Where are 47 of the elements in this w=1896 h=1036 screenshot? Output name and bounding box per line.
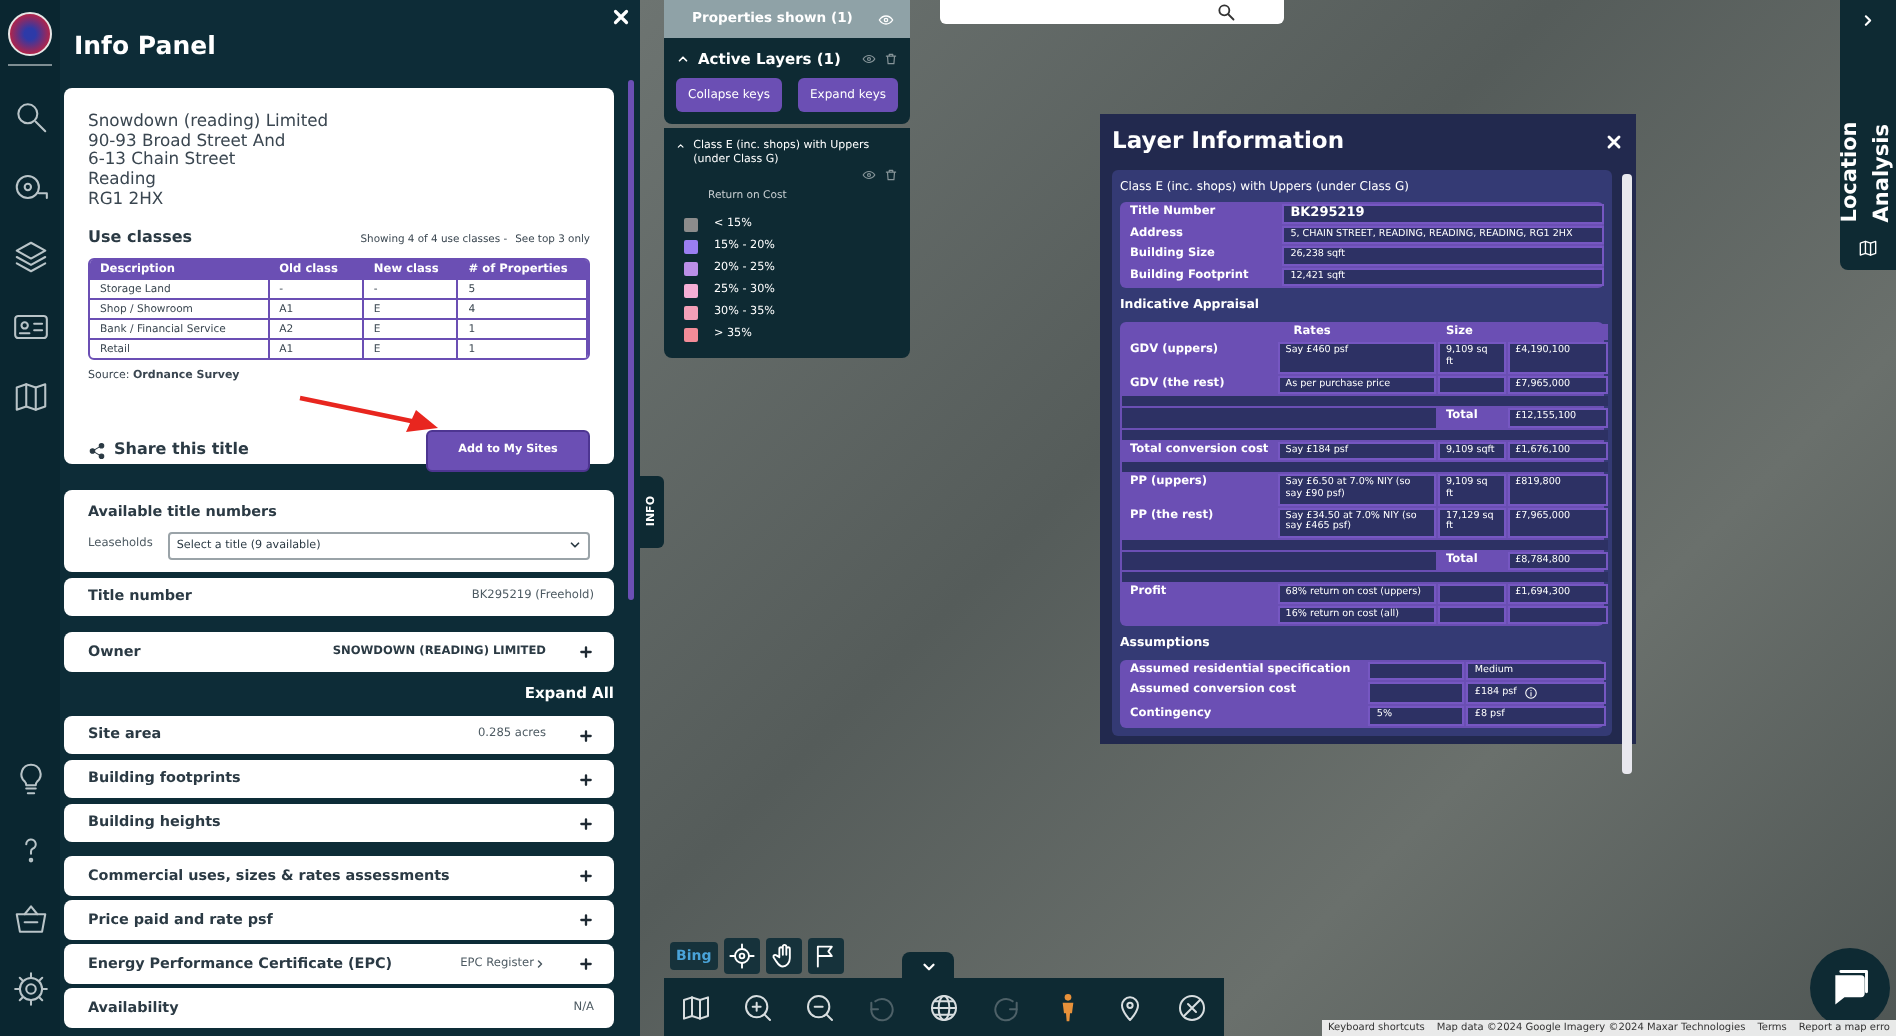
plus-icon <box>578 912 594 929</box>
plus-icon <box>578 727 594 744</box>
panel-title: Info Panel <box>72 28 218 64</box>
map-icon <box>1856 237 1880 258</box>
globe-icon[interactable] <box>928 991 960 1023</box>
share-icon <box>88 441 106 460</box>
scrollbar[interactable] <box>1622 174 1632 774</box>
plus-icon <box>578 771 594 788</box>
logo-icon[interactable] <box>8 12 52 56</box>
close-icon[interactable] <box>1604 132 1624 152</box>
search-icon <box>1216 2 1236 22</box>
plus-icon <box>578 956 594 973</box>
hand-icon[interactable] <box>765 938 802 974</box>
window-title: Layer Information <box>1112 124 1345 159</box>
chevron-right-icon <box>534 958 546 971</box>
arrow-annotation <box>296 392 440 436</box>
flag-icon[interactable] <box>807 938 844 974</box>
target-icon[interactable] <box>723 938 760 974</box>
settings-icon[interactable] <box>11 970 49 1008</box>
collapse-toolbar-tab[interactable] <box>902 952 954 980</box>
plus-icon <box>578 868 594 885</box>
eye-icon[interactable] <box>862 52 876 67</box>
map-icon[interactable] <box>680 991 712 1023</box>
share-link[interactable]: Share this title <box>88 438 249 463</box>
compass-icon[interactable] <box>1176 991 1208 1023</box>
layers-icon[interactable] <box>11 238 49 276</box>
plus-icon <box>578 815 594 832</box>
scrollbar[interactable] <box>628 80 634 600</box>
chevron-up-icon[interactable] <box>676 52 690 67</box>
eye-icon[interactable] <box>862 168 876 183</box>
plus-icon <box>578 644 594 661</box>
owner-address: Snowdown (reading) Limited 90-93 Broad Street And 6-13 Chain Street Reading RG1 2HX <box>88 112 331 210</box>
side-panel-tab[interactable]: Location Analysis <box>1840 0 1896 270</box>
zoom-in-icon[interactable] <box>742 991 774 1023</box>
trash-icon[interactable] <box>884 52 898 67</box>
chevron-down-icon <box>568 538 582 553</box>
search-icon[interactable] <box>11 98 49 136</box>
trash-icon[interactable] <box>884 168 898 183</box>
map-icon[interactable] <box>11 378 49 416</box>
chevron-up-icon[interactable] <box>676 140 686 153</box>
map-search-field[interactable] <box>940 0 1284 24</box>
basket-icon[interactable] <box>11 900 49 938</box>
section-heading: Use classes <box>88 225 193 250</box>
close-icon[interactable] <box>610 6 632 28</box>
eye-icon <box>878 11 894 27</box>
info-icon[interactable] <box>1524 686 1539 701</box>
zoom-out-icon[interactable] <box>804 991 836 1023</box>
